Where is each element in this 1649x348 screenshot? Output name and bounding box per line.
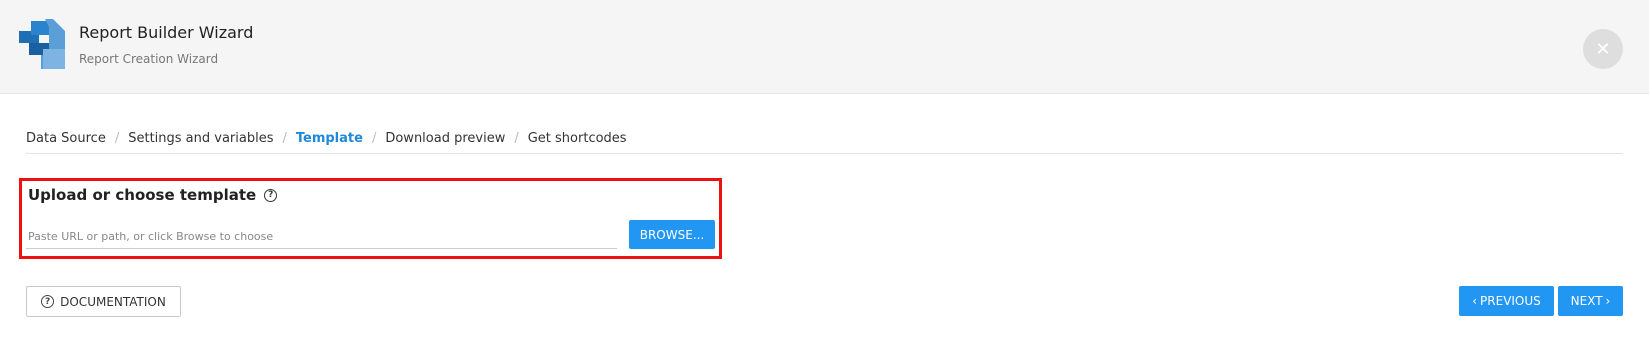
browse-button[interactable]: BROWSE... [629, 220, 715, 249]
app-subtitle: Report Creation Wizard [79, 52, 219, 66]
documentation-label: DOCUMENTATION [60, 294, 166, 309]
next-button[interactable]: NEXT › [1558, 286, 1623, 316]
wizard-header: Report Builder Wizard Report Creation Wi… [0, 0, 1649, 94]
next-label: NEXT [1570, 294, 1603, 308]
template-section: Upload or choose template ? BROWSE... [19, 178, 722, 259]
section-title-text: Upload or choose template [28, 186, 257, 204]
breadcrumb-separator: / [114, 131, 120, 146]
previous-label: PREVIOUS [1480, 294, 1541, 308]
chevron-right-icon: › [1605, 294, 1611, 308]
app-title: Report Builder Wizard [79, 23, 254, 42]
close-icon: ✕ [1595, 38, 1611, 60]
breadcrumb-separator: / [282, 131, 287, 146]
chevron-left-icon: ‹ [1472, 294, 1478, 308]
breadcrumb: Data Source / Settings and variables / T… [26, 131, 627, 146]
breadcrumb-item-template[interactable]: Template [296, 131, 363, 146]
previous-button[interactable]: ‹ PREVIOUS [1459, 286, 1554, 316]
breadcrumb-item-get-shortcodes[interactable]: Get shortcodes [528, 131, 627, 146]
breadcrumb-divider [26, 153, 1623, 154]
breadcrumb-item-data-source[interactable]: Data Source [26, 131, 106, 146]
report-builder-logo-icon [19, 19, 65, 69]
breadcrumb-separator: / [371, 131, 377, 146]
close-button[interactable]: ✕ [1583, 29, 1623, 69]
breadcrumb-item-download-preview[interactable]: Download preview [385, 131, 505, 146]
breadcrumb-item-settings-and-variables[interactable]: Settings and variables [128, 131, 273, 146]
breadcrumb-separator: / [514, 131, 519, 146]
template-path-input[interactable] [26, 225, 617, 249]
section-title: Upload or choose template ? [28, 186, 278, 204]
help-icon[interactable]: ? [264, 188, 278, 202]
help-icon: ? [41, 295, 55, 308]
documentation-button[interactable]: ? DOCUMENTATION [26, 286, 181, 317]
